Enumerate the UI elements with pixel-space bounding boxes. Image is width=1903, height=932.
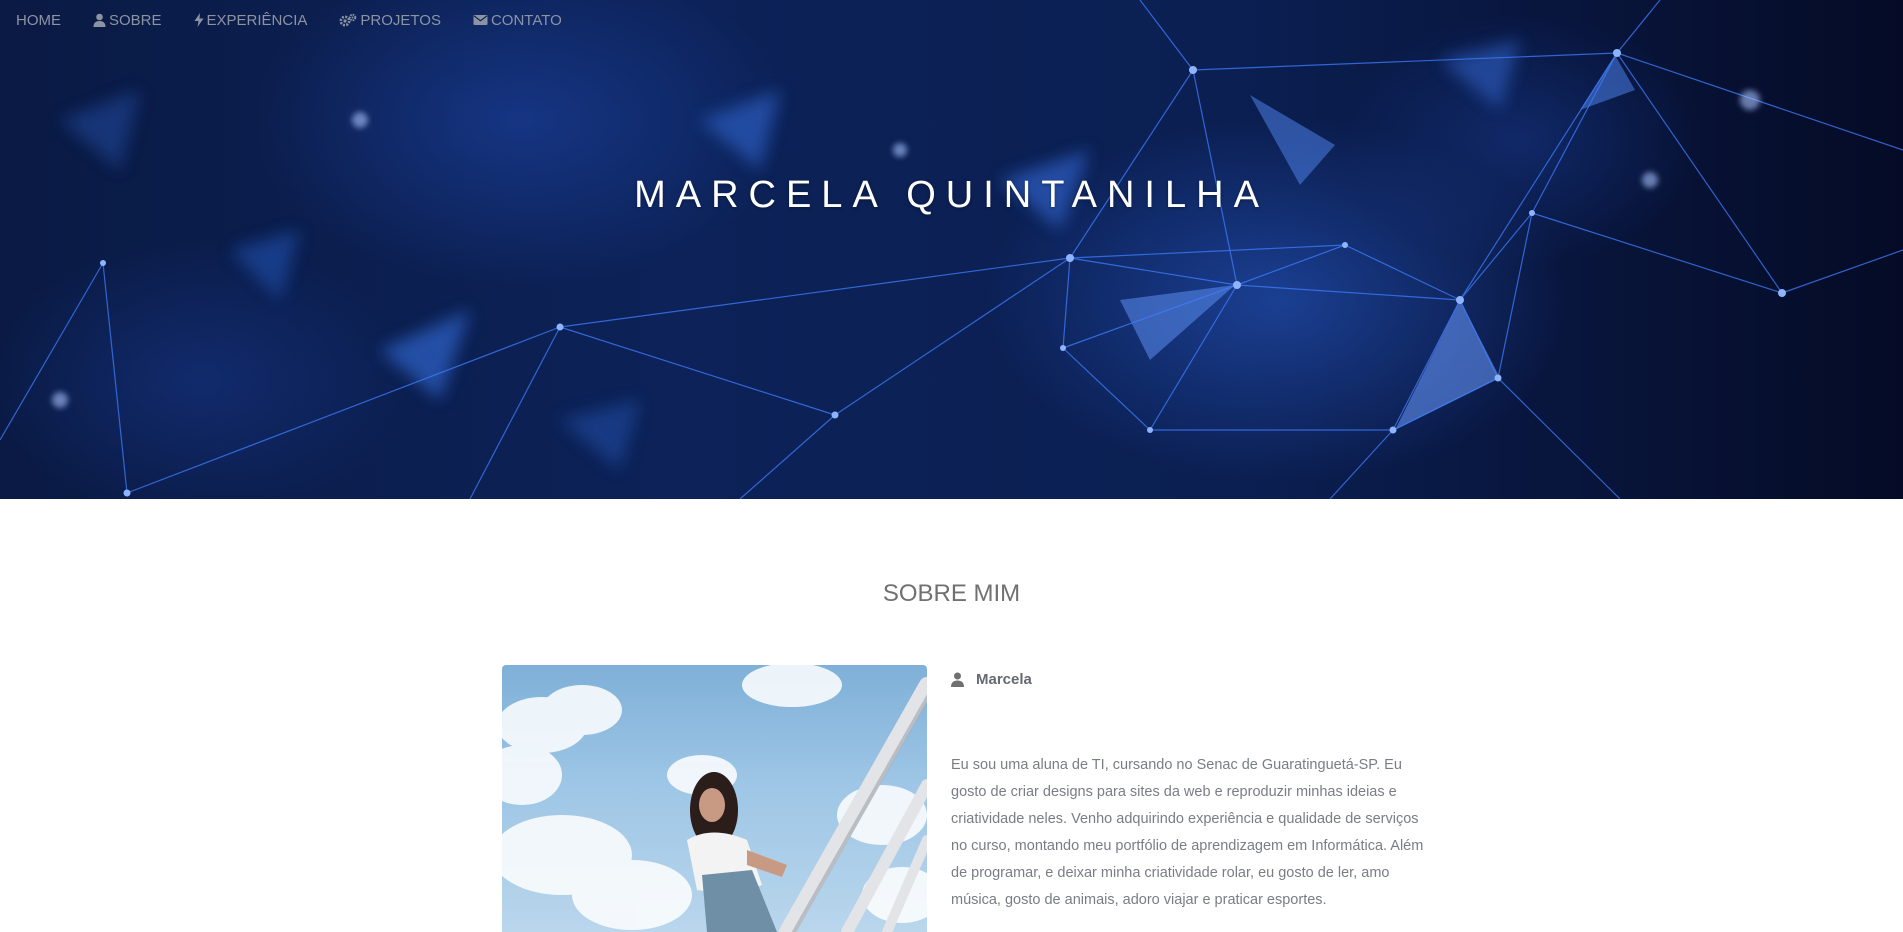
nav-home-link[interactable]: HOME	[16, 12, 61, 29]
nav-sobre-label: SOBRE	[109, 11, 162, 29]
profile-photo	[502, 665, 927, 932]
hero-banner: HOME SOBRE EXPERIÊNCIA PROJETOS CONTATO …	[0, 0, 1903, 499]
nav-experiencia-link[interactable]: EXPERIÊNCIA	[194, 11, 308, 29]
envelope-icon	[473, 15, 488, 25]
nav-contato-label: CONTATO	[490, 11, 562, 29]
nav-sobre-link[interactable]: SOBRE	[93, 12, 162, 29]
nav-contato-link[interactable]: CONTATO	[473, 12, 562, 29]
bio-paragraph: Eu sou uma aluna de TI, cursando no Sena…	[951, 757, 1424, 908]
bolt-icon	[194, 13, 204, 27]
gears-icon	[339, 13, 357, 27]
nav-home-label: HOME	[16, 11, 61, 29]
nav-experiencia-label: EXPERIÊNCIA	[206, 11, 308, 29]
profile-name: Marcela	[976, 671, 1032, 688]
user-icon	[93, 13, 106, 27]
hero-title: MARCELA QUINTANILHA	[634, 174, 1269, 216]
top-navigation: HOME SOBRE EXPERIÊNCIA PROJETOS CONTATO	[0, 0, 594, 40]
nav-projetos-label: PROJETOS	[360, 11, 441, 29]
user-icon	[951, 672, 964, 687]
nav-projetos-link[interactable]: PROJETOS	[339, 12, 441, 29]
network-background-illustration	[0, 0, 1903, 499]
profile-name-row: Marcela	[951, 671, 1032, 688]
section-title-sobre-mim: SOBRE MIM	[882, 580, 1021, 607]
